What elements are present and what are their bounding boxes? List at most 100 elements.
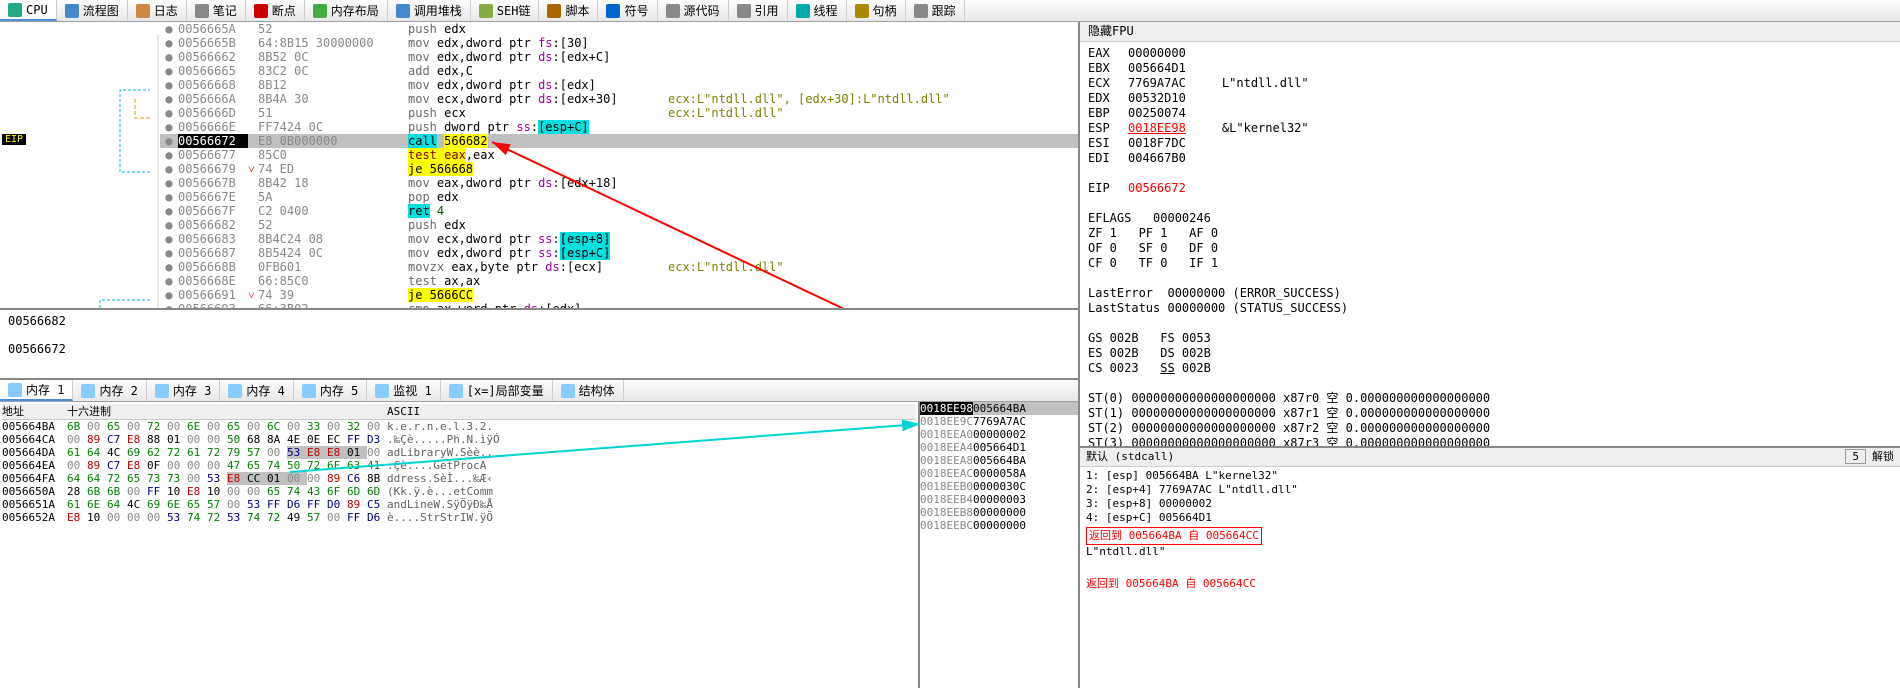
dump-tab-4[interactable]: 内存 5 — [294, 380, 367, 401]
breakpoint-gutter[interactable]: ● — [160, 288, 178, 302]
hex-row[interactable]: 005664BA6B00650072006E0065006C0033003200… — [2, 420, 916, 433]
dump-tab-5[interactable]: 监视 1 — [367, 380, 440, 401]
breakpoint-gutter[interactable]: ● — [160, 92, 178, 106]
stack-row[interactable]: 0018EEAC 0000058A — [920, 467, 1078, 480]
breakpoint-gutter[interactable]: ● — [160, 218, 178, 232]
stack-row[interactable]: 0018EE98 005664BA — [920, 402, 1078, 415]
callconv-count[interactable]: 5 — [1845, 449, 1866, 464]
disasm-row[interactable]: ●00566677 85C0test eax,eax — [160, 148, 1078, 162]
hex-row[interactable]: 0056650A286B6B00FF10E81000006574436F6D6D… — [2, 485, 916, 498]
registers-panel[interactable]: 隐藏FPU EAX00000000EBX005664D1ECX7769A7AC … — [1080, 22, 1900, 448]
stack-row[interactable]: 0018EEB4 00000003 — [920, 493, 1078, 506]
breakpoint-gutter[interactable]: ● — [160, 260, 178, 274]
breakpoint-gutter[interactable]: ● — [160, 64, 178, 78]
disasm-row[interactable]: ●0056666D 51push ecxecx:L"ntdll.dll" — [160, 106, 1078, 120]
dump-tab-6[interactable]: [x=]局部变量 — [441, 380, 553, 401]
breakpoint-gutter[interactable]: ● — [160, 162, 178, 176]
breakpoint-gutter[interactable]: ● — [160, 134, 178, 148]
disasm-row[interactable]: ●0056667B 8B42 18mov eax,dword ptr ds:[e… — [160, 176, 1078, 190]
tab-mem[interactable]: 内存布局 — [305, 0, 388, 21]
tab-callstack[interactable]: 调用堆栈 — [388, 0, 471, 21]
stack-row[interactable]: 0018EEB0 0000030C — [920, 480, 1078, 493]
disasm-row[interactable]: ●0056668B 0FB601movzx eax,byte ptr ds:[e… — [160, 260, 1078, 274]
reg-esi[interactable]: ESI0018F7DC — [1088, 136, 1892, 151]
stack-row[interactable]: 0018EEB8 00000000 — [920, 506, 1078, 519]
reg-edi[interactable]: EDI004667B0 — [1088, 151, 1892, 166]
dump-tab-3[interactable]: 内存 4 — [220, 380, 293, 401]
hex-row[interactable]: 0056652AE810000000537472537472495700FFD6… — [2, 511, 916, 524]
dump-tab-1[interactable]: 内存 2 — [73, 380, 146, 401]
breakpoint-gutter[interactable]: ● — [160, 246, 178, 260]
hex-row[interactable]: 0056651A616E644C696E65570053FFD6FFD089C5… — [2, 498, 916, 511]
breakpoint-gutter[interactable]: ● — [160, 176, 178, 190]
breakpoint-gutter[interactable]: ● — [160, 78, 178, 92]
hex-row[interactable]: 005664DA61644C696272617279570053E8E80100… — [2, 446, 916, 459]
hex-row[interactable]: 005664CA0089C7E88801000050688A4E0EECFFD3… — [2, 433, 916, 446]
breakpoint-gutter[interactable]: ● — [160, 190, 178, 204]
disasm-row[interactable]: ●00566682 52push edx — [160, 218, 1078, 232]
dump-tab-0[interactable]: 内存 1 — [0, 380, 73, 401]
breakpoint-gutter[interactable]: ● — [160, 106, 178, 120]
breakpoint-gutter[interactable]: ● — [160, 302, 178, 310]
breakpoint-gutter[interactable]: ● — [160, 148, 178, 162]
tab-flow[interactable]: 流程图 — [57, 0, 128, 21]
tab-refs[interactable]: 引用 — [729, 0, 788, 21]
tab-source[interactable]: 源代码 — [658, 0, 729, 21]
disasm-row[interactable]: ●00566683 8B4C24 08mov ecx,dword ptr ss:… — [160, 232, 1078, 246]
disasm-row[interactable]: ●0056666E FF7424 0Cpush dword ptr ss:[es… — [160, 120, 1078, 134]
stack-row[interactable]: 0018EEBC 00000000 — [920, 519, 1078, 532]
tab-notes[interactable]: 笔记 — [187, 0, 246, 21]
reg-ecx[interactable]: ECX7769A7AC L"ntdll.dll" — [1088, 76, 1892, 91]
breakpoint-gutter[interactable]: ● — [160, 204, 178, 218]
tab-script[interactable]: 脚本 — [539, 0, 598, 21]
disasm-row[interactable]: ●00566668 8B12mov edx,dword ptr ds:[edx] — [160, 78, 1078, 92]
stack-row[interactable]: 0018EEA0 00000002 — [920, 428, 1078, 441]
call-args-panel[interactable]: 默认 (stdcall) 5解锁 1: [esp] 005664BA L"ker… — [1080, 448, 1900, 688]
disassembly-panel[interactable]: EIP ●0056665A 52push edx●0056665B 64:8B1… — [0, 22, 1078, 310]
disasm-row[interactable]: ●00566672 E8 0B000000call 566682 — [160, 134, 1078, 148]
breakpoint-gutter[interactable]: ● — [160, 120, 178, 134]
disasm-row[interactable]: ●00566679 ˅74 EDje 566668 — [160, 162, 1078, 176]
fpu-toggle[interactable]: 隐藏FPU — [1080, 22, 1900, 42]
reg-ebx[interactable]: EBX005664D1 — [1088, 61, 1892, 76]
dump-tab-2[interactable]: 内存 3 — [147, 380, 220, 401]
stack-row[interactable]: 0018EEA8 005664BA — [920, 454, 1078, 467]
tab-bp[interactable]: 断点 — [246, 0, 305, 21]
tab-seh[interactable]: SEH链 — [471, 0, 540, 21]
disasm-row[interactable]: ●0056667E 5Apop edx — [160, 190, 1078, 204]
tab-cpu[interactable]: CPU — [0, 0, 57, 21]
reg-eax[interactable]: EAX00000000 — [1088, 46, 1892, 61]
breakpoint-gutter[interactable]: ● — [160, 36, 178, 50]
disasm-row[interactable]: ●0056665A 52push edx — [160, 22, 1078, 36]
stack-row[interactable]: 0018EE9C 7769A7AC — [920, 415, 1078, 428]
disasm-row[interactable]: ●00566687 8B5424 0Cmov edx,dword ptr ss:… — [160, 246, 1078, 260]
hex-row[interactable]: 005664FA6464726573730053E8CC01000089C68B… — [2, 472, 916, 485]
hex-dump[interactable]: 地址 十六进制 ASCII 005664BA6B00650072006E0065… — [0, 402, 918, 688]
breakpoint-gutter[interactable]: ● — [160, 22, 178, 36]
reg-esp[interactable]: ESP0018EE98 &L"kernel32" — [1088, 121, 1892, 136]
disasm-row[interactable]: ●00566693 66:3B02cmp ax,word ptr ds:[edx… — [160, 302, 1078, 310]
tab-log[interactable]: 日志 — [128, 0, 187, 21]
disasm-row[interactable]: ●0056667F C2 0400ret 4 — [160, 204, 1078, 218]
dump-tab-7[interactable]: 结构体 — [553, 380, 624, 401]
tab-trace[interactable]: 跟踪 — [906, 0, 965, 21]
disasm-row[interactable]: ●00566665 83C2 0Cadd edx,C — [160, 64, 1078, 78]
stack-pane[interactable]: 0018EE98 005664BA0018EE9C 7769A7AC0018EE… — [918, 402, 1078, 688]
tab-threads[interactable]: 线程 — [788, 0, 847, 21]
hex-row[interactable]: 005664EA0089C7E80F00000047657450726F6341… — [2, 459, 916, 472]
reg-edx[interactable]: EDX00532D10 — [1088, 91, 1892, 106]
breakpoint-gutter[interactable]: ● — [160, 232, 178, 246]
breakpoint-gutter[interactable]: ● — [160, 274, 178, 288]
disasm-row[interactable]: ●0056668E 66:85C0test ax,ax — [160, 274, 1078, 288]
unlock-button[interactable]: 解锁 — [1872, 450, 1894, 463]
disasm-row[interactable]: ●00566662 8B52 0Cmov edx,dword ptr ds:[e… — [160, 50, 1078, 64]
disasm-row[interactable]: ●00566691 ˅74 39je 5666CC — [160, 288, 1078, 302]
breakpoint-gutter[interactable]: ● — [160, 50, 178, 64]
disasm-row[interactable]: ●0056666A 8B4A 30mov ecx,dword ptr ds:[e… — [160, 92, 1078, 106]
stack-row[interactable]: 0018EEA4 005664D1 — [920, 441, 1078, 454]
tab-symbols[interactable]: 符号 — [598, 0, 657, 21]
tab-handles[interactable]: 句柄 — [847, 0, 906, 21]
reg-ebp[interactable]: EBP00250074 — [1088, 106, 1892, 121]
trace-icon — [914, 4, 928, 18]
disasm-row[interactable]: ●0056665B 64:8B15 30000000mov edx,dword … — [160, 36, 1078, 50]
